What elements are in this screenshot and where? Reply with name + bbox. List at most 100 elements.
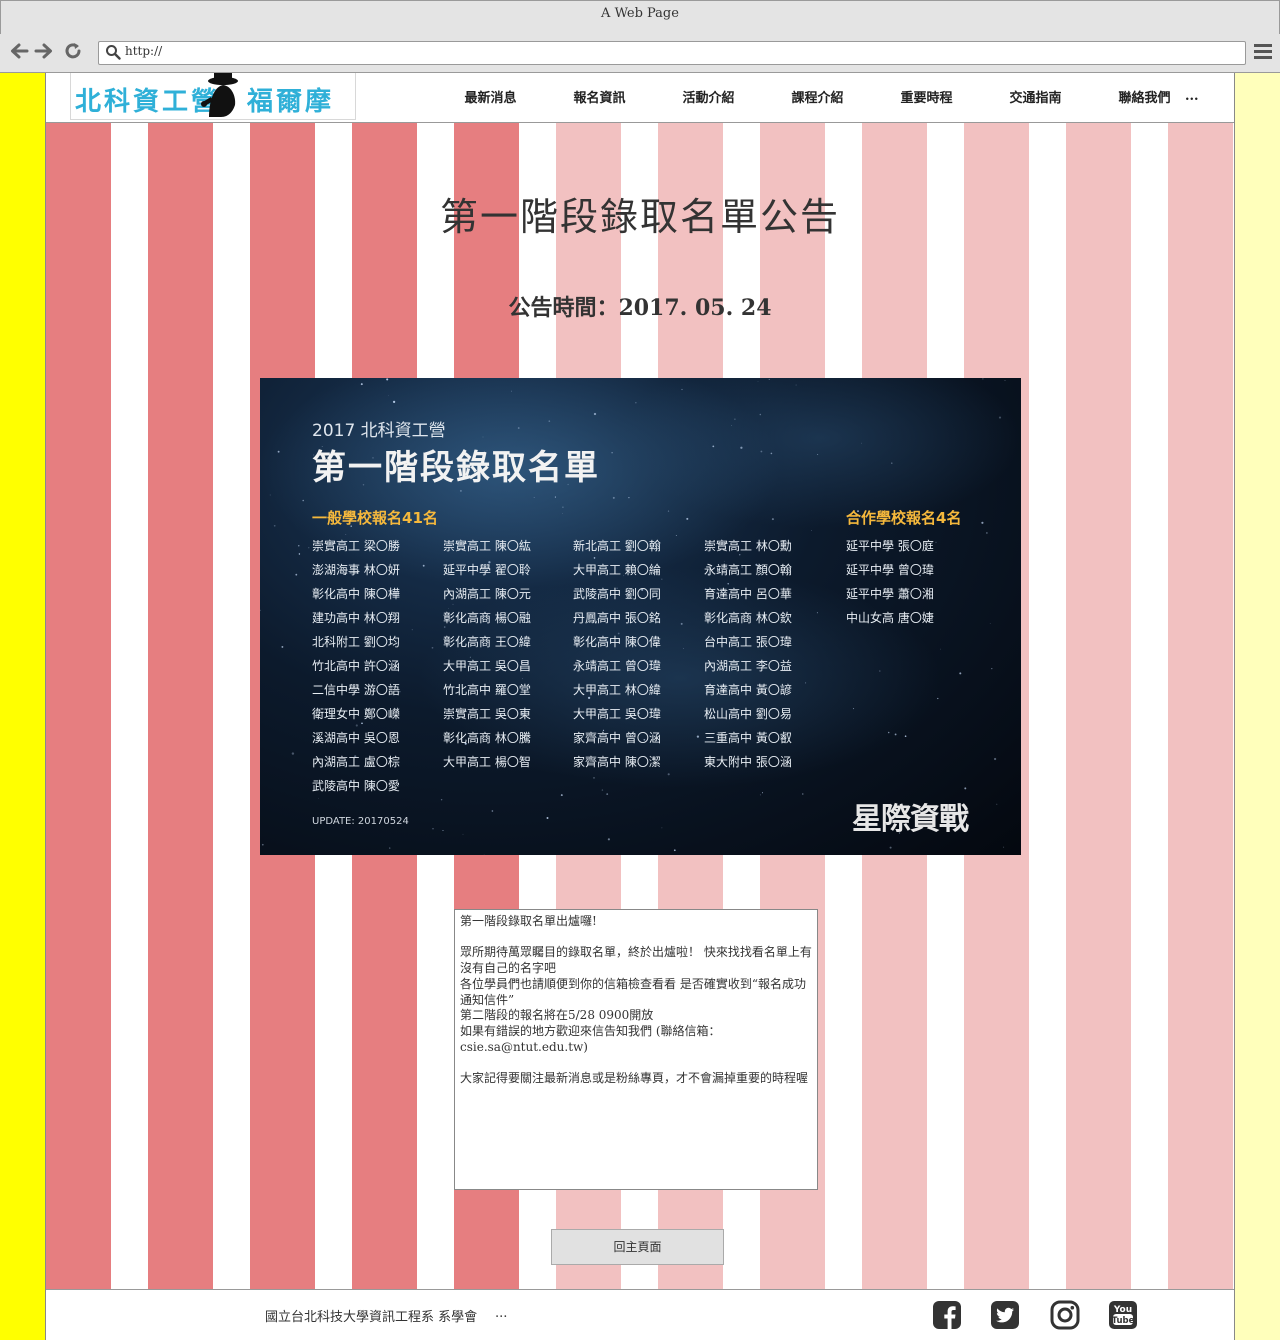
admitted-student-name: 建功高中 林〇翔 [312,611,400,625]
announcement-line [460,1055,812,1071]
url-text: http:// [125,44,163,58]
footer-more[interactable]: ... [495,1306,507,1321]
announcement-text: 第一階段錄取名單出爐囉! 眾所期待萬眾矚目的錄取名單，終於出爐啦！ 快來找找看名單… [455,910,817,1091]
admitted-student-name: 延平中學 蕭〇湘 [846,587,934,601]
admitted-student-name: 內湖高工 李〇益 [704,659,792,673]
admitted-student-name: 溪湖高中 吳〇恩 [312,731,400,745]
youtube-icon[interactable]: You Tube [1108,1300,1138,1330]
right-sidebar [1234,73,1280,1340]
admitted-student-name: 永靖高工 曾〇瑋 [573,659,661,673]
announcement-line: 眾所期待萬眾矚目的錄取名單，終於出爐啦！ 快來找找看名單上有沒有自己的名字吧 [460,945,812,976]
main-nav: 最新消息 報名資訊 活動介紹 課程介紹 重要時程 交通指南 聯絡我們 ... [436,73,1199,119]
name-column-2: 崇實高工 陳〇紘 延平中學 翟〇聆 內湖高工 陳〇元 彰化高商 楊〇融 彰化高商 王〇緯… [443,538,531,778]
back-to-home-button[interactable]: 回主頁面 [551,1229,724,1265]
admitted-student-name: 內湖高工 盧〇棕 [312,755,400,769]
twitter-icon[interactable] [990,1300,1020,1330]
detective-silhouette-icon [199,73,245,123]
admitted-student-name: 彰化高商 王〇緯 [443,635,531,649]
announcement-line: 各位學員們也請順便到你的信箱檢查看看 是否確實收到“報名成功通知信件” [460,976,806,1007]
admitted-student-name: 大甲高工 吳〇昌 [443,659,531,673]
name-column-3: 新北高工 劉〇翰 大甲高工 賴〇綸 武陵高中 劉〇同 丹鳳高中 張〇銘 彰化高中 陳〇偉… [573,538,661,778]
facebook-icon[interactable] [932,1300,962,1330]
partner-schools-heading: 合作學校報名4名 [846,509,962,527]
admitted-student-name: 新北高工 劉〇翰 [573,539,661,553]
admitted-student-name: 彰化高商 楊〇融 [443,611,531,625]
nav-item-transport[interactable]: 交通指南 [981,87,1090,106]
name-column-4: 崇實高工 林〇勳 永靖高工 顏〇翰 育達高中 呂〇華 彰化高商 林〇欽 台中高工 張〇瑋… [704,538,792,778]
announcement-line [460,930,812,946]
nav-more[interactable]: ... [1185,89,1199,104]
footer-org-text: 國立台北科技大學資訊工程系 系學會 [265,1310,478,1325]
page-title: 第一階段錄取名單公告 [439,195,840,239]
nav-item-news[interactable]: 最新消息 [436,87,545,106]
admitted-student-name: 家齊高中 陳〇潔 [573,755,661,769]
svg-text:You: You [1113,1305,1132,1315]
admitted-student-name: 崇實高工 陳〇紘 [443,539,531,553]
admitted-student-name: 延平中學 曾〇瑋 [846,563,934,577]
nav-item-registration[interactable]: 報名資訊 [545,87,654,106]
admitted-student-name: 崇實高工 林〇勳 [704,539,792,553]
admitted-student-name: 大甲高工 林〇緯 [573,683,661,697]
site-footer: 國立台北科技大學資訊工程系 系學會 ... You Tube [46,1289,1234,1341]
announcement-date: 公告時間：2017. 05. 24 [508,295,772,321]
browser-toolbar: http:// [0,34,1280,73]
nav-item-activities[interactable]: 活動介紹 [654,87,763,106]
admitted-student-name: 大甲高工 吳〇瑋 [573,707,661,721]
admitted-student-name: 竹北高中 許〇涵 [312,659,400,673]
announcement-line: 第二階段的報名將在5/28 0900開放 [460,1008,654,1023]
forward-arrow-icon[interactable] [33,41,55,63]
admitted-student-name: 北科附工 劉〇均 [312,635,400,649]
admitted-student-name: 內湖高工 陳〇元 [443,587,531,601]
nav-item-contact[interactable]: 聯絡我們 [1090,87,1199,106]
site-logo[interactable]: 北科資工營 福爾摩資 [70,73,356,154]
admitted-student-name: 彰化高中 陳〇樺 [312,587,400,601]
admitted-student-name: 育達高中 呂〇華 [704,587,792,601]
instagram-icon[interactable] [1050,1300,1080,1330]
back-arrow-icon[interactable] [8,41,30,63]
search-icon [105,44,121,64]
announcement-textbox[interactable]: 第一階段錄取名單出爐囉! 眾所期待萬眾矚目的錄取名單，終於出爐啦！ 快來找找看名單… [454,909,818,1190]
poster-subtitle: 2017 北科資工營 [312,421,446,441]
name-column-partner: 延平中學 張〇庭 延平中學 曾〇瑋 延平中學 蕭〇湘 中山女高 唐〇婕 [846,538,934,634]
reload-icon[interactable] [62,41,84,63]
admitted-student-name: 二信中學 游〇語 [312,683,400,697]
admission-list-poster: 2017 北科資工營 第一階段錄取名單 一般學校報名41名 合作學校報名4名 崇… [260,378,1021,855]
admitted-student-name: 衛理女中 鄭〇嶸 [312,707,400,721]
admitted-student-name: 延平中學 張〇庭 [846,539,934,553]
admitted-student-name: 松山高中 劉〇易 [704,707,792,721]
admitted-student-name: 彰化高商 林〇欽 [704,611,792,625]
svg-text:Tube: Tube [1112,1316,1135,1326]
admitted-student-name: 武陵高中 劉〇同 [573,587,661,601]
admitted-student-name: 家齊高中 曾〇涵 [573,731,661,745]
admitted-student-name: 永靖高工 顏〇翰 [704,563,792,577]
general-schools-heading: 一般學校報名41名 [312,509,438,527]
admitted-student-name: 彰化高中 陳〇偉 [573,635,661,649]
admitted-student-name: 大甲高工 賴〇綸 [573,563,661,577]
admitted-student-name: 延平中學 翟〇聆 [443,563,531,577]
site-header: 北科資工營 福爾摩資 最新消息 報名資訊 活動介紹 課程介紹 重要時程 交通指南… [46,73,1234,154]
announcement-line: 如果有錯誤的地方歡迎來信告知我們 (聯絡信箱：csie.sa@ntut.edu.… [460,1023,721,1054]
name-column-1: 崇實高工 梁〇勝 澎湖海事 林〇妍 彰化高中 陳〇樺 建功高中 林〇翔 北科附工 劉〇均… [312,538,400,802]
admitted-student-name: 三重高中 黃〇叡 [704,731,792,745]
nav-item-schedule[interactable]: 重要時程 [872,87,981,106]
announcement-line: 大家記得要關注最新消息或是粉絲專頁，才不會漏掉重要的時程喔 [460,1071,809,1085]
admitted-student-name: 彰化高商 林〇騰 [443,731,531,745]
admitted-student-name: 崇實高工 吳〇東 [443,707,531,721]
admitted-student-name: 崇實高工 梁〇勝 [312,539,400,553]
window-title: A Web Page [0,0,1280,36]
admitted-student-name: 台中高工 張〇瑋 [704,635,792,649]
admitted-student-name: 武陵高中 陳〇愛 [312,779,400,793]
hamburger-menu-icon[interactable] [1254,43,1272,63]
admitted-student-name: 中山女高 唐〇婕 [846,611,934,625]
admitted-student-name: 丹鳳高中 張〇銘 [573,611,661,625]
poster-brand-logo: 星際資戰 [852,802,969,837]
admitted-student-name: 大甲高工 楊〇智 [443,755,531,769]
poster-update-date: UPDATE: 20170524 [312,816,409,827]
left-sidebar [0,73,46,1340]
admitted-student-name: 澎湖海事 林〇妍 [312,563,400,577]
address-bar[interactable]: http:// [98,41,1246,65]
nav-item-courses[interactable]: 課程介紹 [763,87,872,106]
poster-title: 第一階段錄取名單 [312,448,600,488]
announcement-line: 第一階段錄取名單出爐囉! [460,914,597,928]
admitted-student-name: 竹北高中 羅〇堂 [443,683,531,697]
